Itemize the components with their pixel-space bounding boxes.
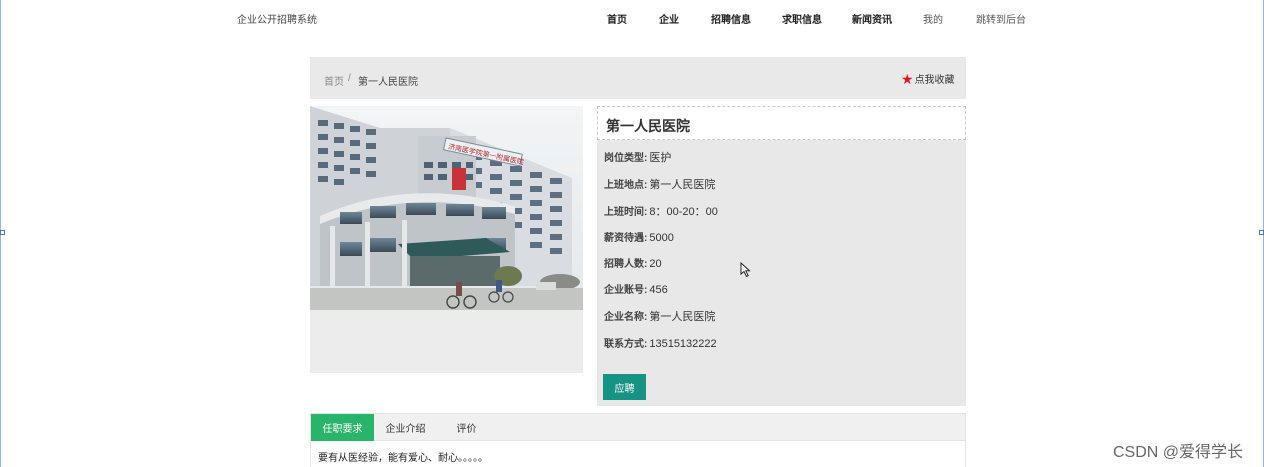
nav-home[interactable]: 首页 xyxy=(607,11,627,26)
field-contact: 联系方式: 13515132222 xyxy=(604,335,717,350)
favorite-label: 点我收藏 xyxy=(914,75,955,86)
nav-mine[interactable]: 我的 xyxy=(923,11,943,26)
mouse-cursor-icon xyxy=(740,262,751,278)
field-company-name: 企业名称: 第一人民医院 xyxy=(604,308,715,324)
nav-recruitment[interactable]: 招聘信息 xyxy=(711,11,751,26)
nav-news[interactable]: 新闻资讯 xyxy=(852,11,892,26)
field-label: 企业名称: xyxy=(604,312,648,323)
hospital-photo: 济南医学院第一附属医院 xyxy=(310,106,583,310)
tab-reviews[interactable]: 评价 xyxy=(444,414,489,441)
detail-tabs: 任职要求 企业介绍 评价 xyxy=(310,413,966,441)
field-value: 5000 xyxy=(649,232,674,244)
breadcrumb-home[interactable]: 首页 xyxy=(324,73,344,88)
field-label: 岗位类型: xyxy=(604,153,648,164)
nav-admin[interactable]: 跳转到后台 xyxy=(976,11,1026,26)
tab-content: 要有从医经验，能有爱心、耐心。。。。。 xyxy=(310,441,966,467)
tab-company-intro[interactable]: 企业介绍 xyxy=(377,414,434,441)
nav-company[interactable]: 企业 xyxy=(659,11,679,26)
photo-panel: 济南医学院第一附属医院 xyxy=(310,106,583,373)
star-icon: ★ xyxy=(901,70,914,87)
job-title: 第一人民医院 xyxy=(606,118,690,134)
field-work-hours: 上班时间: 8：00-20：00 xyxy=(604,203,718,219)
resize-handle-left[interactable] xyxy=(0,230,5,235)
field-position-type: 岗位类型: 医护 xyxy=(604,149,671,165)
tab-requirements[interactable]: 任职要求 xyxy=(311,414,374,441)
field-value: 20 xyxy=(649,258,662,270)
field-value: 第一人民医院 xyxy=(649,311,716,323)
field-value: 医护 xyxy=(649,152,672,164)
breadcrumb-separator: / xyxy=(348,73,351,84)
resize-handle-right[interactable] xyxy=(1259,230,1264,235)
field-label: 企业账号: xyxy=(604,285,648,296)
favorite-button[interactable]: ★ 点我收藏 xyxy=(901,70,955,87)
site-brand[interactable]: 企业公开招聘系统 xyxy=(237,11,317,26)
job-info-panel: 第一人民医院 岗位类型: 医护 上班地点: 第一人民医院 上班时间: 8：00-20：… xyxy=(597,106,966,406)
field-value: 8：00-20：00 xyxy=(649,206,718,218)
field-value: 13515132222 xyxy=(649,338,717,350)
field-label: 薪资待遇: xyxy=(604,233,648,244)
field-label: 招聘人数: xyxy=(604,259,648,270)
top-navbar: 企业公开招聘系统 首页 企业 招聘信息 求职信息 新闻资讯 我的 跳转到后台 xyxy=(0,0,1264,36)
breadcrumb: 首页 / 第一人民医院 ★ 点我收藏 xyxy=(310,57,966,99)
field-label: 上班地点: xyxy=(604,180,648,191)
breadcrumb-current: 第一人民医院 xyxy=(358,77,418,88)
field-label: 上班时间: xyxy=(604,207,648,218)
field-value: 456 xyxy=(649,284,668,296)
job-title-box: 第一人民医院 xyxy=(597,106,966,140)
field-label: 联系方式: xyxy=(604,339,648,350)
field-company-account: 企业账号: 456 xyxy=(604,281,668,296)
apply-button[interactable]: 应聘 xyxy=(603,374,646,400)
field-salary: 薪资待遇: 5000 xyxy=(604,229,674,244)
field-work-location: 上班地点: 第一人民医院 xyxy=(604,176,715,192)
field-headcount: 招聘人数: 20 xyxy=(604,255,662,270)
csdn-watermark: CSDN @爱得学长 xyxy=(1113,444,1244,461)
nav-job-seeking[interactable]: 求职信息 xyxy=(782,11,822,26)
field-value: 第一人民医院 xyxy=(649,179,716,191)
requirements-text: 要有从医经验，能有爱心、耐心。。。。。 xyxy=(318,453,488,464)
